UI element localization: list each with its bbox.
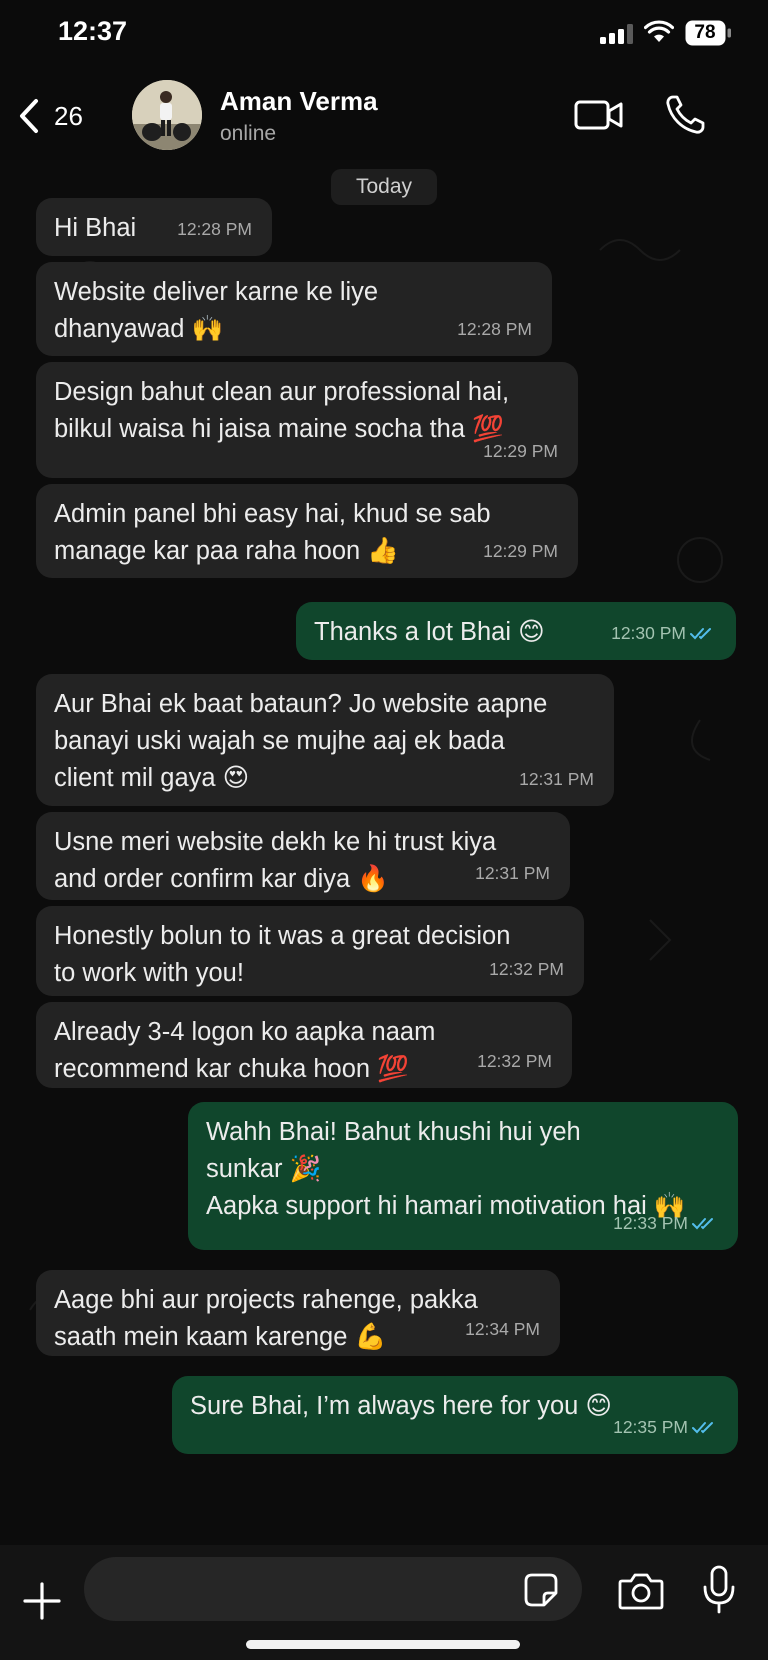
home-indicator bbox=[246, 1640, 520, 1649]
read-ticks-icon bbox=[692, 1421, 713, 1433]
read-ticks-icon bbox=[692, 1217, 713, 1229]
unread-count: 26 bbox=[54, 100, 83, 131]
message-time: 12:31 PM bbox=[475, 863, 550, 883]
message-time: 12:31 PM bbox=[519, 769, 594, 789]
message-timestamp: 12:34 PM bbox=[465, 1311, 540, 1348]
message-text-line: Wahh Bhai! Bahut khushi hui yeh bbox=[206, 1118, 581, 1146]
back-button[interactable]: 26 bbox=[18, 94, 118, 138]
incoming-message[interactable]: Already 3-4 logon ko aapka naam recommend… bbox=[36, 1002, 572, 1088]
message-time: 12:30 PM bbox=[611, 623, 686, 643]
incoming-message[interactable]: Aur Bhai ek baat bataun? Jo website aapn… bbox=[36, 674, 614, 806]
message-text-line: sunkar 🎉 bbox=[206, 1155, 322, 1183]
message-timestamp: 12:32 PM bbox=[477, 1043, 552, 1080]
message-text-line: Website deliver karne ke liye bbox=[54, 278, 379, 306]
contact-name[interactable]: Aman Verma bbox=[220, 86, 378, 117]
message-time: 12:34 PM bbox=[465, 1319, 540, 1339]
message-timestamp: 12:28 PM bbox=[177, 211, 252, 248]
message-timestamp: 12:28 PM bbox=[457, 311, 532, 348]
battery-level: 78 bbox=[694, 22, 716, 43]
message-text-line: Aur Bhai ek baat bataun? Jo website aapn… bbox=[54, 690, 548, 718]
battery-icon: 78 bbox=[685, 20, 733, 46]
message-timestamp: 12:31 PM bbox=[519, 761, 594, 798]
message-input[interactable] bbox=[84, 1557, 582, 1621]
date-divider: Today bbox=[331, 169, 437, 205]
plus-icon[interactable] bbox=[22, 1581, 62, 1621]
video-call-icon[interactable] bbox=[574, 98, 624, 132]
outgoing-message[interactable]: Wahh Bhai! Bahut khushi hui yeh sunkar 🎉 A… bbox=[188, 1102, 738, 1250]
input-bar bbox=[0, 1545, 768, 1660]
message-timestamp: 12:33 PM bbox=[613, 1205, 718, 1242]
message-time: 12:35 PM bbox=[613, 1417, 688, 1437]
message-timestamp: 12:29 PM bbox=[483, 433, 558, 470]
message-time: 12:33 PM bbox=[613, 1213, 688, 1233]
message-text-line: Admin panel bhi easy hai, khud se sab bbox=[54, 500, 491, 528]
status-bar: 12:37 78 bbox=[0, 0, 768, 70]
message-time: 12:29 PM bbox=[483, 441, 558, 461]
message-text-line: client mil gaya 😍 bbox=[54, 764, 250, 792]
outgoing-message[interactable]: Sure Bhai, I’m always here for you 😊 12:3… bbox=[172, 1376, 738, 1454]
incoming-message[interactable]: Honestly bolun to it was a great decisio… bbox=[36, 906, 584, 996]
wifi-icon bbox=[644, 20, 674, 42]
read-ticks-icon bbox=[690, 627, 711, 639]
message-time: 12:28 PM bbox=[457, 319, 532, 339]
incoming-message[interactable]: Design bahut clean aur professional hai,… bbox=[36, 362, 578, 478]
chat-area[interactable]: Today Hi Bhai 12:28 PM Website deliver kar… bbox=[0, 160, 768, 1545]
message-timestamp: 12:35 PM bbox=[613, 1409, 718, 1446]
message-timestamp: 12:31 PM bbox=[475, 855, 550, 892]
message-time: 12:32 PM bbox=[489, 959, 564, 979]
chat-header: 26 Aman Verma online bbox=[0, 72, 768, 160]
message-text-line: banayi uski wajah se mujhe aaj ek bada bbox=[54, 727, 505, 755]
contact-status: online bbox=[220, 122, 277, 145]
message-text-line: Design bahut clean aur professional hai, bbox=[54, 378, 510, 406]
incoming-message[interactable]: Aage bhi aur projects rahenge, pakka saat… bbox=[36, 1270, 560, 1356]
message-time: 12:29 PM bbox=[483, 541, 558, 561]
message-timestamp: 12:29 PM bbox=[483, 533, 558, 570]
signal-icon bbox=[600, 24, 633, 44]
message-timestamp: 12:30 PM bbox=[611, 615, 716, 652]
outgoing-message[interactable]: Thanks a lot Bhai 😊 12:30 PM bbox=[296, 602, 736, 660]
status-time: 12:37 bbox=[58, 16, 128, 46]
message-timestamp: 12:32 PM bbox=[489, 951, 564, 988]
message-text-line: Honestly bolun to it was a great decisio… bbox=[54, 922, 511, 950]
contact-avatar[interactable] bbox=[132, 80, 202, 150]
message-time: 12:28 PM bbox=[177, 219, 252, 239]
sticker-icon[interactable] bbox=[524, 1573, 558, 1607]
camera-icon[interactable] bbox=[618, 1571, 664, 1611]
incoming-message[interactable]: Admin panel bhi easy hai, khud se sab man… bbox=[36, 484, 578, 578]
chevron-left-icon bbox=[20, 99, 38, 133]
incoming-message[interactable]: Usne meri website dekh ke hi trust kiya a… bbox=[36, 812, 570, 900]
phone-icon[interactable] bbox=[664, 94, 706, 136]
incoming-message[interactable]: Website deliver karne ke liye dhanyawad 🙌… bbox=[36, 262, 552, 356]
microphone-icon[interactable] bbox=[702, 1565, 736, 1615]
incoming-message[interactable]: Hi Bhai 12:28 PM bbox=[36, 198, 272, 256]
message-time: 12:32 PM bbox=[477, 1051, 552, 1071]
